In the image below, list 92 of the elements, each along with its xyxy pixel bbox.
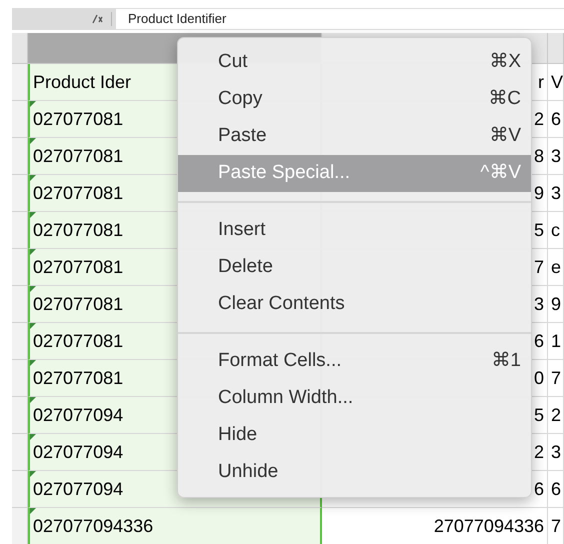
cell-text: 027077094 [33,440,124,464]
formula-field[interactable]: Product Identifier [116,9,564,29]
row-header[interactable] [12,508,28,544]
row-header[interactable] [12,64,28,101]
cell-text: 3 [551,182,562,204]
menu-item-label: Paste [218,124,267,148]
cell-text: c [551,218,560,242]
cell-text: 7 [534,256,544,278]
cell-text: 027077094 [33,478,124,500]
error-indicator-icon [30,434,36,440]
menu-item[interactable]: Delete [178,249,531,286]
menu-item-label: Column Width... [218,386,354,410]
menu-item-label: Clear Contents [218,292,345,316]
row-header[interactable] [12,360,28,397]
cell-text: 027077094 [33,404,124,426]
cell-text: 1 [551,330,562,352]
row-header[interactable] [12,249,28,286]
cell-text: 5 [534,404,544,426]
row-header[interactable] [12,434,28,471]
cell-text: 5 [534,218,544,242]
error-indicator-icon [30,138,36,144]
cell-text: 9 [534,182,544,204]
row-header[interactable] [12,397,28,434]
cell-text: 6 [551,478,562,500]
cell-text: 027077081 [33,218,124,242]
cell-text: 6 [534,478,544,500]
cell-text: 027077081 [33,330,124,352]
shortcut-label: ⌘X [489,50,521,74]
cell-text: 8 [534,144,544,168]
menu-item-label: Cut [218,50,248,74]
error-indicator-icon [30,249,36,255]
cell-text: 027077081 [33,256,124,278]
error-indicator-icon [30,360,36,366]
menu-item[interactable]: Hide [178,417,531,454]
row-header[interactable] [12,212,28,249]
menu-item-label: Format Cells... [218,349,342,374]
cell-text: 0 [534,366,544,390]
menu-item[interactable]: Cut ⌘X [178,44,531,81]
menu-item[interactable]: Format Cells... ⌘1 [178,343,531,380]
menu-item-label: Hide [218,423,258,448]
cell-text: 2 [534,440,544,464]
cell-text: 6 [534,330,544,352]
cell-text: 027077081 [33,108,124,130]
menu-item[interactable]: Paste ⌘V [178,118,531,155]
cell-text: 3 [551,440,562,464]
menu-item-label: Paste Special... [218,161,350,186]
menu-item-label: Copy [218,87,262,112]
menu-item-label: Unhide [218,460,278,484]
cell-text: 027077081 [33,366,124,390]
error-indicator-icon [30,175,36,181]
shortcut-label: ⌘V [489,124,521,148]
menu-item-label: Insert [218,218,266,242]
cell-text: r [538,70,544,94]
menu-item[interactable]: Unhide [178,454,531,491]
row-header[interactable] [12,286,28,323]
error-indicator-icon [30,471,36,477]
error-indicator-icon [30,397,36,403]
menu-item[interactable]: Insert [178,212,531,249]
cell-text: 9 [551,292,562,316]
cell-text: 2 [534,108,544,130]
cell-text: 3 [551,144,562,168]
error-indicator-icon [30,212,36,218]
cell-text: 027077081 [33,292,124,316]
cell-text: 7 [551,514,562,538]
shortcut-label: ^⌘V [480,161,521,186]
row-header[interactable] [12,175,28,212]
cell-text: 27077094336 [434,514,544,538]
cell-text: V [551,70,563,94]
error-indicator-icon [30,323,36,329]
menu-item[interactable]: Column Width... [178,380,531,417]
shortcut-label: ⌘1 [491,349,521,374]
cell-text: 3 [534,292,544,316]
cell-text: 027077081 [33,182,124,204]
menu-item[interactable]: Clear Contents [178,286,531,323]
error-indicator-icon [30,508,36,514]
row-header[interactable] [12,471,28,508]
cell-text: e [551,256,562,278]
error-indicator-icon [30,101,36,107]
cell-text: 6 [551,108,562,130]
shortcut-label: ⌘C [488,87,521,112]
cell-text: 7 [551,366,562,390]
row-header[interactable] [12,138,28,175]
row-header[interactable] [12,323,28,360]
cell-text: 027077094336 [33,514,154,538]
error-indicator-icon [30,286,36,292]
menu-item[interactable]: Copy ⌘C [178,81,531,118]
row-header[interactable] [12,101,28,138]
menu-item-label: Delete [218,255,273,280]
cell-text: Product Ider [33,70,132,94]
cell-text: 2 [551,404,562,426]
cell-text: 027077081 [33,144,124,168]
column-header[interactable] [548,33,564,63]
